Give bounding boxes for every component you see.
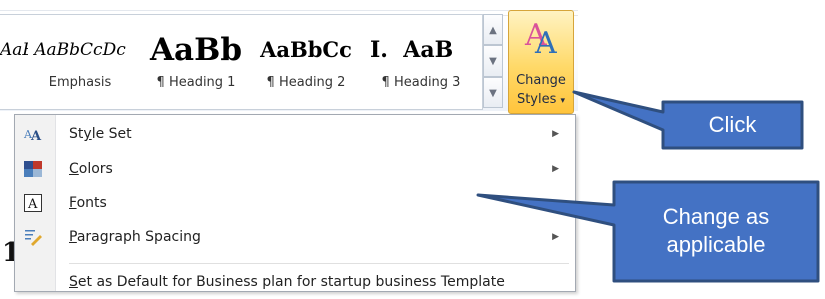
callout-click-text: Click [708, 112, 757, 137]
callout-change-line2: applicable [666, 232, 766, 257]
callout-change-text: Change as applicable [614, 203, 818, 259]
callout-change-line1: Change as [662, 204, 770, 229]
